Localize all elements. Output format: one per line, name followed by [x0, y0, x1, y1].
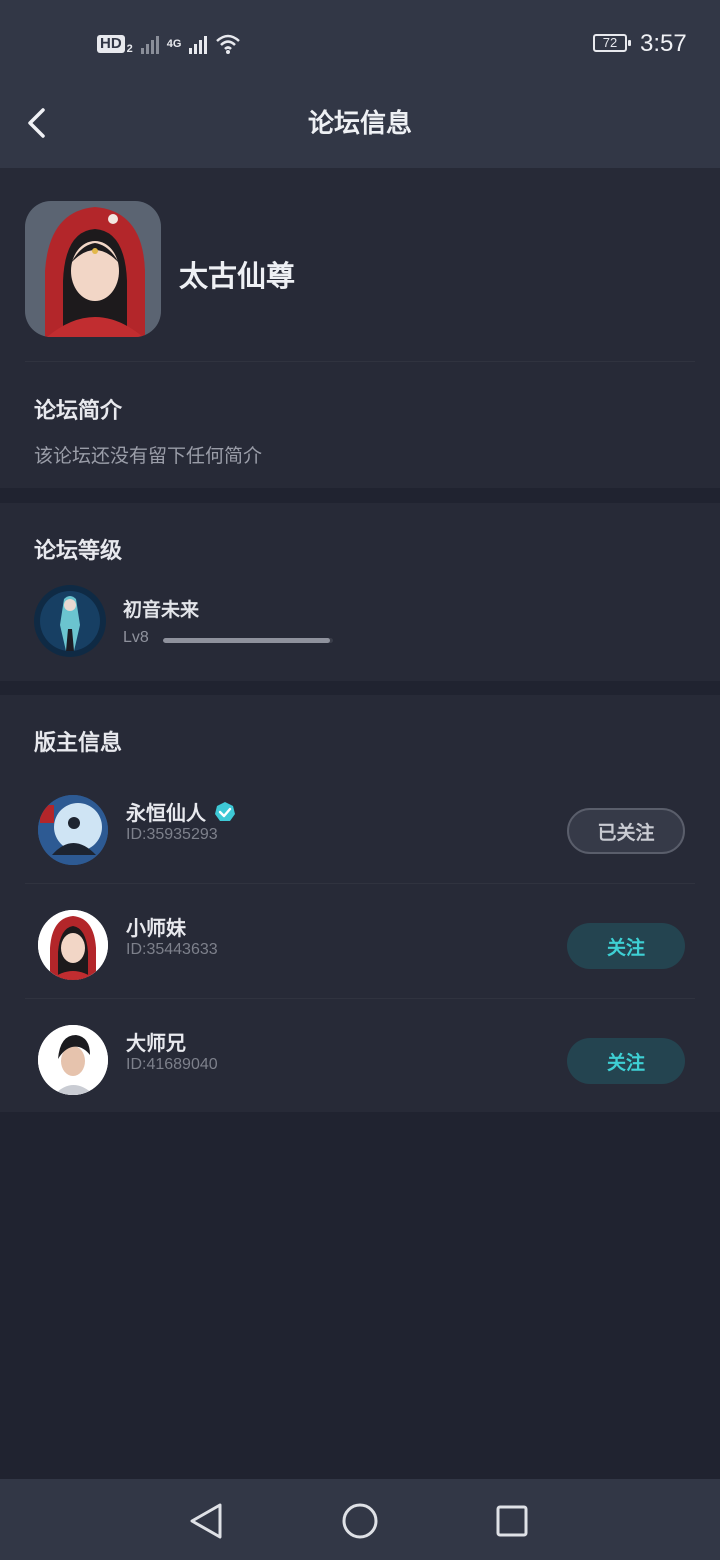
forum-level-card	[0, 503, 720, 681]
follow-button[interactable]: 关注	[567, 1038, 685, 1084]
divider	[25, 883, 695, 884]
moderator-id: ID:41689040	[126, 1056, 218, 1073]
moderator-avatar[interactable]	[38, 910, 108, 980]
hd-icon: HD	[97, 35, 125, 53]
forum-name: 太古仙尊	[179, 261, 296, 293]
moderator-row: 小师妹 ID:35443633 关注	[0, 888, 720, 1002]
moderator-row: 永恒仙人 ID:35935293 已关注	[0, 773, 720, 887]
divider	[25, 998, 695, 999]
status-time: 3:57	[640, 30, 687, 57]
moderator-name-wrap: 永恒仙人	[126, 797, 236, 826]
moderator-name-wrap: 小师妹	[126, 912, 186, 941]
signal-2-icon	[189, 34, 208, 54]
hd-sim-label: 2	[126, 43, 133, 55]
level-progress-bar	[163, 638, 333, 643]
forum-avatar[interactable]	[25, 201, 161, 337]
level-progress-fill	[163, 638, 330, 643]
followed-button[interactable]: 已关注	[567, 808, 685, 854]
level-title: 论坛等级	[34, 538, 123, 563]
home-circle-icon	[342, 1503, 378, 1539]
moderator-name-wrap: 大师兄	[126, 1027, 186, 1056]
moderator-row: 大师兄 ID:41689040 关注	[0, 1003, 720, 1117]
follow-button[interactable]: 关注	[567, 923, 685, 969]
moderator-id: ID:35443633	[126, 941, 218, 958]
recents-square-icon	[496, 1505, 528, 1537]
battery-icon: 72	[593, 34, 631, 52]
moderator-avatar[interactable]	[38, 1025, 108, 1095]
nav-home-button[interactable]	[338, 1499, 382, 1543]
intro-title: 论坛简介	[34, 398, 123, 423]
moderator-avatar[interactable]	[38, 795, 108, 865]
nav-recents-button[interactable]	[490, 1499, 534, 1543]
level-user-name: 初音未来	[123, 600, 200, 621]
nav-back-button[interactable]	[184, 1499, 228, 1543]
moderator-name: 小师妹	[126, 918, 186, 940]
divider	[25, 361, 695, 362]
wifi-icon	[216, 34, 241, 54]
moderator-name: 大师兄	[126, 1033, 186, 1055]
moderator-id: ID:35935293	[126, 826, 218, 843]
system-nav-bar	[0, 1479, 720, 1560]
verified-badge-icon	[215, 801, 235, 821]
signal-1-icon	[140, 34, 159, 54]
status-icons: HD 2 4G	[97, 30, 241, 58]
moderator-name: 永恒仙人	[126, 803, 206, 825]
back-triangle-icon	[190, 1503, 222, 1539]
network-label: 4G	[166, 38, 182, 50]
moderators-title: 版主信息	[34, 730, 123, 755]
level-label: Lv8	[123, 629, 149, 646]
level-user-avatar[interactable]	[34, 585, 106, 657]
page-title: 论坛信息	[307, 108, 412, 138]
intro-text: 该论坛还没有留下任何简介	[34, 446, 263, 467]
